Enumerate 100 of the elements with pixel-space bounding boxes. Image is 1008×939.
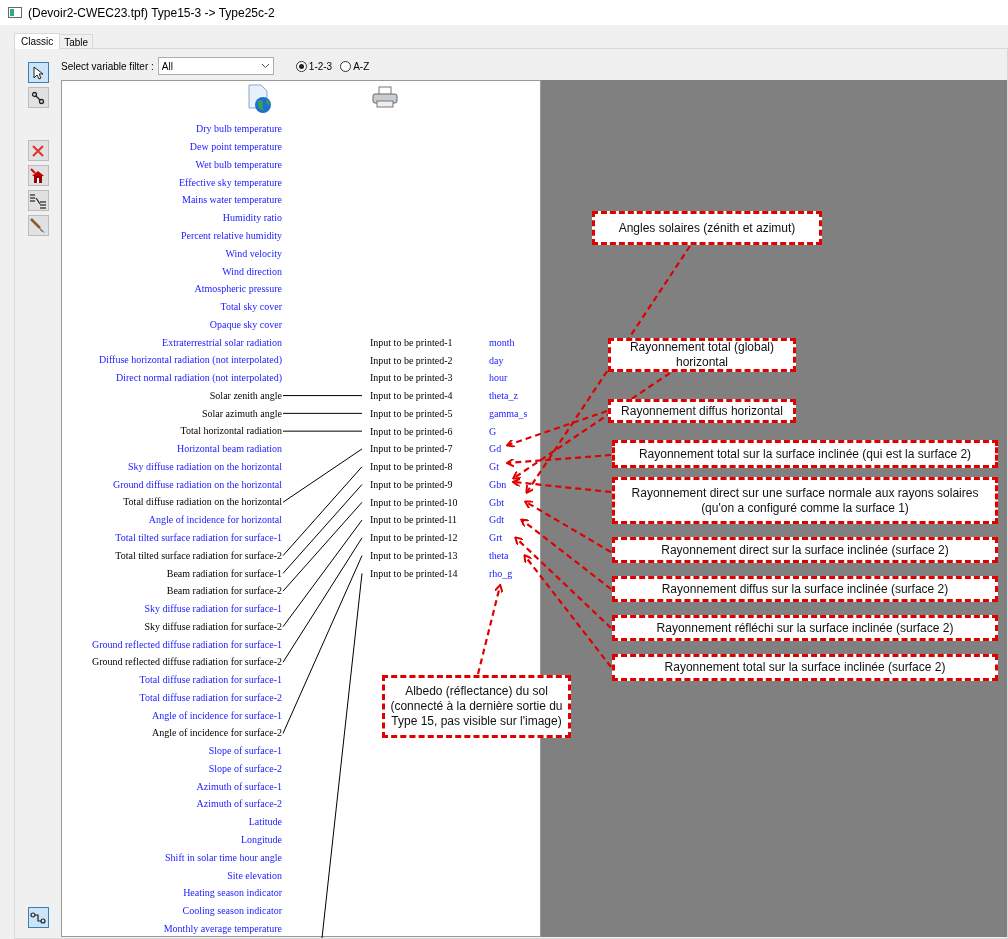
pointer-tool-button[interactable] xyxy=(27,62,49,83)
input-variable-name: day xyxy=(489,353,504,368)
input-label: Input to be printed-13 xyxy=(370,549,458,561)
output-variable-label: Ground diffuse radiation on the horizontal xyxy=(113,477,282,492)
filter-label: Select variable filter : xyxy=(61,59,154,74)
annotation-callout: Rayonnement diffus horizontal xyxy=(608,399,796,423)
output-variable-label: Solar zenith angle xyxy=(209,388,282,403)
input-label: Input to be printed-6 xyxy=(370,425,453,437)
annotation-callout: Rayonnement total sur la surface inclinée (surface 2) xyxy=(612,654,998,681)
input-label: Input to be printed-14 xyxy=(370,567,458,579)
input-variable-name: hour xyxy=(489,371,508,386)
sort-radio[interactable]: A-Z xyxy=(340,58,370,74)
input-variable-name: month xyxy=(489,335,515,350)
link-icon xyxy=(31,90,45,105)
window-title: (Devoir2-CWEC23.tpf) Type15-3 -> Type25c-2 xyxy=(28,4,275,22)
printer-icon xyxy=(372,86,398,108)
input-variable-name: theta_z xyxy=(489,389,518,404)
output-variable-label: Beam radiation for surface-1 xyxy=(166,566,282,581)
input-variable-name: Gd xyxy=(489,442,502,457)
output-variable-label: Total sky cover xyxy=(220,300,282,315)
output-variable-label: Wind direction xyxy=(222,264,282,279)
output-variable-label: Latitude xyxy=(248,815,282,830)
variable-filter-select[interactable]: All xyxy=(157,57,274,75)
output-variable-label: Sky diffuse radiation for surface-1 xyxy=(144,602,282,617)
connect-tool-button[interactable] xyxy=(27,907,49,928)
output-variable-label: Direct normal radiation (not interpolated) xyxy=(115,371,282,386)
annotation-callout: Rayonnement direct sur une surface normale aux rayons solaires (qu'on a configuré comme la surface 1) xyxy=(612,477,998,524)
sort-radio[interactable]: 1-2-3 xyxy=(295,58,333,74)
output-variable-label: Azimuth of surface-1 xyxy=(196,779,282,794)
brush-tool-button[interactable] xyxy=(27,215,49,236)
link-tool-button[interactable] xyxy=(27,87,49,108)
output-variable-label: Total diffuse radiation on the horizontal xyxy=(123,495,282,510)
annotation-callout: Albedo (réflectance) du sol (connecté à la dernière sortie du Type 15, pas visible sur l'image) xyxy=(382,675,571,738)
output-variable-label: Sky diffuse radiation on the horizontal xyxy=(128,459,282,474)
output-variable-label: Solar azimuth angle xyxy=(202,406,282,421)
input-label: Input to be printed-3 xyxy=(370,372,453,384)
output-variable-label: Total horizontal radiation xyxy=(180,424,282,439)
input-label: Input to be printed-7 xyxy=(370,443,453,455)
delete-tool-button[interactable] xyxy=(27,140,49,161)
output-variable-label: Mains water temperature xyxy=(182,193,282,208)
list-icon xyxy=(29,192,47,209)
input-label: Input to be printed-5 xyxy=(370,407,453,419)
input-variable-name: Gdt xyxy=(489,513,504,528)
input-variable-name: Gbn xyxy=(489,477,507,492)
delete-all-icon xyxy=(30,167,46,184)
connection-icon xyxy=(30,911,46,924)
input-variable-name: Gt xyxy=(489,460,499,475)
input-label: Input to be printed-11 xyxy=(370,514,458,526)
input-label: Input to be printed-12 xyxy=(370,532,458,544)
annotation-callout: Rayonnement direct sur la surface inclinée (surface 2) xyxy=(612,537,998,563)
output-variable-label: Dew point temperature xyxy=(189,140,282,155)
output-variable-label: Site elevation xyxy=(227,868,282,883)
output-variable-label: Sky diffuse radiation for surface-2 xyxy=(144,619,282,634)
output-variable-label: Total diffuse radiation for surface-2 xyxy=(139,690,282,705)
output-variable-label: Total diffuse radiation for surface-1 xyxy=(139,673,282,688)
annotation-callout: Rayonnement réfléchi sur la surface inclinée (surface 2) xyxy=(612,615,998,641)
input-variable-name: gamma_s xyxy=(489,406,528,421)
pointer-icon xyxy=(31,65,45,80)
annotation-callout: Angles solaires (zénith et azimut) xyxy=(592,211,822,245)
output-variable-label: Cooling season indicator xyxy=(182,904,282,919)
brush-icon xyxy=(30,217,46,234)
output-variable-label: Dry bulb temperature xyxy=(195,122,282,137)
delete-all-tool-button[interactable] xyxy=(27,165,49,186)
output-variable-label: Total tilted surface radiation for surface-1 xyxy=(115,531,282,545)
output-variable-label: Atmospheric pressure xyxy=(194,282,282,297)
output-variable-label: Wet bulb temperature xyxy=(195,157,282,172)
output-variable-label: Longitude xyxy=(240,833,282,847)
output-variable-label: Wind velocity xyxy=(225,246,282,261)
delete-icon xyxy=(31,143,45,158)
output-variable-label: Monthly average temperature xyxy=(163,921,282,936)
output-variable-label: Horizontal beam radiation xyxy=(177,442,282,457)
output-variable-label: Percent relative humidity xyxy=(180,228,282,243)
input-label: Input to be printed-4 xyxy=(370,390,453,402)
output-variable-label: Angle of incidence for surface-1 xyxy=(152,708,282,723)
output-variable-label: Humidity ratio xyxy=(222,211,282,226)
output-variable-label: Effective sky temperature xyxy=(178,175,282,190)
output-variable-label: Ground reflected diffuse radiation for surface-1 xyxy=(92,637,282,652)
input-label: Input to be printed-9 xyxy=(370,478,453,490)
list-tool-button[interactable] xyxy=(27,190,49,211)
output-variable-label: Total tilted surface radiation for surface-2 xyxy=(115,548,282,563)
input-label: Input to be printed-2 xyxy=(370,354,453,366)
output-variable-label: Angle of incidence for surface-2 xyxy=(152,726,282,741)
input-variable-name: theta xyxy=(489,548,509,563)
annotation-callout: Rayonnement total (global) horizontal xyxy=(608,338,796,372)
input-label: Input to be printed-10 xyxy=(370,496,458,508)
input-variable-name: G xyxy=(489,424,497,439)
output-variable-label: Slope of surface-2 xyxy=(208,761,282,776)
input-variable-name: Gbt xyxy=(489,495,504,510)
tab[interactable]: Classic xyxy=(14,33,61,49)
chevron-down-icon xyxy=(260,63,270,69)
input-variable-name: Grt xyxy=(489,531,503,546)
output-variable-label: Heating season indicator xyxy=(183,886,282,901)
annotation-callout: Rayonnement diffus sur la surface inclinée (surface 2) xyxy=(612,576,998,602)
input-label: Input to be printed-1 xyxy=(370,336,453,348)
output-variable-label: Extraterrestrial solar radiation xyxy=(162,335,282,350)
output-variable-label: Azimuth of surface-2 xyxy=(196,797,282,812)
output-variable-label: Shift in solar time hour angle xyxy=(165,850,282,865)
input-variable-name: rho_g xyxy=(489,566,513,581)
output-variable-label: Ground reflected diffuse radiation for surface-2 xyxy=(92,655,282,670)
tab[interactable]: Table xyxy=(60,34,94,48)
